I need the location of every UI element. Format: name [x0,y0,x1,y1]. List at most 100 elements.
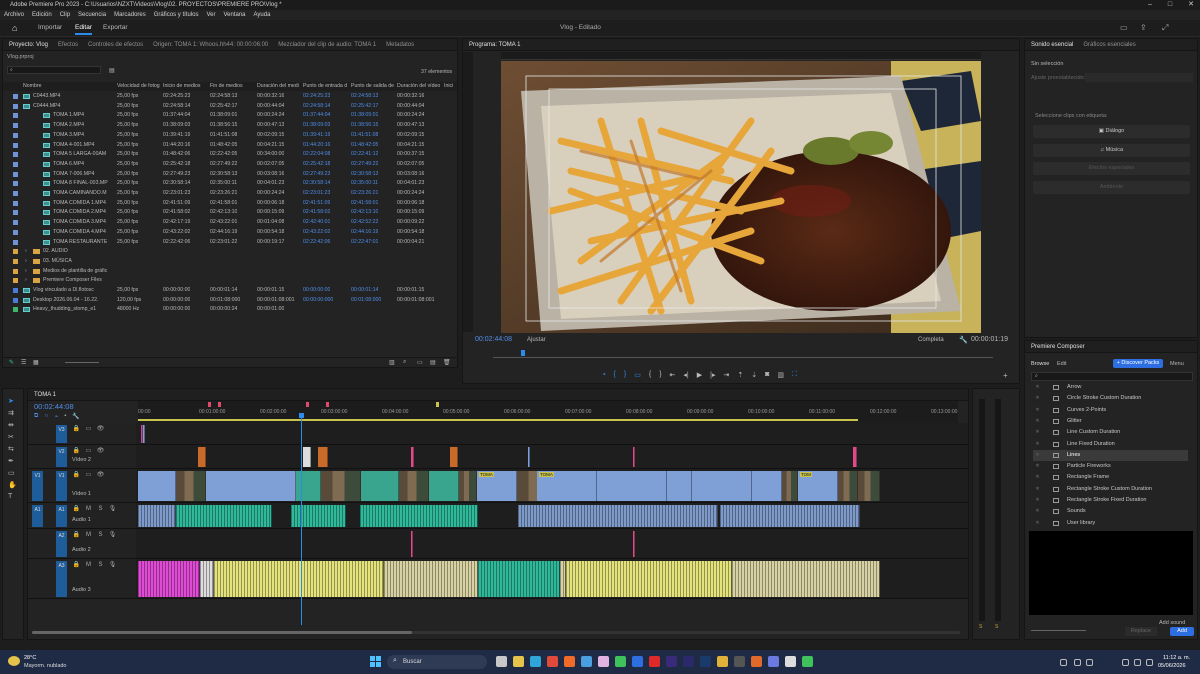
new-item-icon[interactable]: ▤ [430,359,436,366]
label-color-swatch[interactable] [13,307,18,313]
star-icon[interactable]: ★ [1035,484,1040,495]
discord-icon[interactable] [768,656,779,667]
clip-video[interactable] [838,471,858,501]
composer-item[interactable]: ★ Sounds [1033,506,1188,517]
firefox-icon[interactable] [751,656,762,667]
menu-ver[interactable]: Ver [206,10,215,20]
fit-select[interactable]: Ajustar [527,337,546,343]
label-color-swatch[interactable] [13,229,18,235]
new-bin-icon-footer[interactable]: ▭ [417,359,423,366]
clip-audio[interactable] [732,561,880,597]
project-cell-in[interactable]: 02:22:04:08 [303,150,330,158]
project-cell-in[interactable]: 02:24:58:14 [303,102,330,110]
clip-graphic[interactable] [411,447,414,467]
label-color-swatch[interactable] [13,249,18,255]
label-color-swatch[interactable] [13,113,18,119]
clip-video[interactable] [361,471,399,501]
label-color-swatch[interactable] [13,152,18,158]
home-icon[interactable]: ⌂ [12,23,22,33]
composer-item[interactable]: ★ Circle Stroke Custom Duration [1033,393,1188,404]
add-button[interactable]: Add [1170,627,1194,636]
tab-project[interactable]: Proyecto: Vlog [9,39,48,50]
pen-icon[interactable]: ✒ [8,457,17,465]
clip-marker[interactable] [143,425,145,443]
mute-icon[interactable]: M [84,505,93,514]
composer-item[interactable]: ★ Rectangle Frame [1033,472,1188,483]
marker-icon[interactable]: ⬩ [603,371,606,381]
windows-start-icon[interactable] [370,656,381,667]
project-cell-in[interactable]: 02:25:42:18 [303,160,330,168]
project-cell-out[interactable]: 01:48:42:05 [351,141,378,149]
tab-edit[interactable]: Editar [75,24,92,35]
project-cell-in[interactable]: 02:30:58:14 [303,179,330,187]
clip-video[interactable] [858,471,880,501]
clip-audio[interactable] [138,505,176,527]
clip-graphic[interactable] [853,447,857,467]
project-cell-out[interactable]: 02:23:26:21 [351,189,378,197]
track-a1[interactable]: A1 A1 🔒 M S 🎙 Audio 1 [28,503,968,529]
lock-icon[interactable]: 🔒 [72,505,81,514]
lock-icon[interactable]: 🔒 [72,531,81,540]
label-color-swatch[interactable] [13,297,18,303]
composer-item[interactable]: ★ Rectangle Stroke Custom Duration [1033,484,1188,495]
mute-icon[interactable]: M [84,531,93,540]
chrome-icon[interactable] [547,656,558,667]
battery-icon[interactable] [1146,659,1153,666]
menu-archivo[interactable]: Archivo [4,10,24,20]
timeline-marker[interactable] [326,402,329,407]
razor-icon[interactable]: ✂ [8,433,17,441]
label-color-swatch[interactable] [13,239,18,245]
project-cell-in[interactable]: 01:38:09:03 [303,121,330,129]
solo-left[interactable]: S [979,624,982,630]
clip-graphic[interactable] [450,447,458,467]
clip-video[interactable] [399,471,429,501]
label-color-swatch[interactable] [13,171,18,177]
track-target[interactable]: A2 [56,531,67,557]
in-point-icon[interactable]: { [649,371,651,381]
whatsapp-icon[interactable] [615,656,626,667]
edge-icon[interactable] [530,656,541,667]
source-patch[interactable]: A1 [32,505,43,527]
track-target[interactable]: V2 [56,447,67,467]
fullscreen-icon[interactable]: ⤢ [1162,23,1168,33]
track-v2[interactable]: V2 🔒 ▭ 👁 Vídeo 2 [28,445,968,469]
project-cell-out[interactable]: 01:38:09:01 [351,111,378,119]
composer-item[interactable]: ★ Arrow [1033,382,1188,393]
clip-audio[interactable] [360,505,478,527]
track-target[interactable]: V1 [56,471,67,501]
maximize-icon[interactable]: □ [1168,0,1172,10]
project-cell-in[interactable]: 02:42:40:01 [303,218,330,226]
clip-video[interactable] [176,471,206,501]
quality-select[interactable]: Completa [918,337,944,343]
close-icon[interactable]: ✕ [1188,0,1194,10]
sync-icon[interactable]: ▭ [84,471,93,480]
lift-icon[interactable]: ⇡ [737,371,743,381]
icon-view-icon[interactable]: ▦ [33,359,39,366]
ripple-edit-icon[interactable]: ⇹ [8,421,17,429]
clip-audio[interactable] [291,505,346,527]
project-row[interactable]: › 02. AUDIO [3,247,457,255]
project-row[interactable]: TOMA 5 LARGA-00AM 25,00 fps 01:48:42:06 02:… [3,150,457,158]
menu-ventana[interactable]: Ventana [223,10,245,20]
volume-icon[interactable] [1134,659,1141,666]
composer-zoom-slider[interactable] [1031,630,1086,631]
tab-effects[interactable]: Efectos [58,39,78,50]
menu-secuencia[interactable]: Secuencia [78,10,106,20]
clip-audio[interactable] [176,505,272,527]
taskview-icon[interactable] [496,656,507,667]
clip-audio[interactable] [138,561,200,597]
project-row[interactable]: › Medios de plantilla de gráfic [3,267,457,275]
composer-item[interactable]: ★ Line Custom Duration [1033,427,1188,438]
solo-right[interactable]: S [995,624,998,630]
find-icon[interactable]: ⌕ [403,359,406,366]
project-cell-in[interactable]: 01:44:20:16 [303,141,330,149]
clip-video[interactable] [782,471,798,501]
project-row[interactable]: TOMA 6.MP4 25,00 fps 02:25:42:18 02:27:49:2… [3,160,457,168]
project-cell-out[interactable]: 00:01:08:000 [351,296,381,304]
project-cell-out[interactable]: 02:41:58:01 [351,199,378,207]
composer-item[interactable]: ★ Line Fixed Duration [1033,439,1188,450]
composer-item[interactable]: ★ Glitter [1033,416,1188,427]
slack-icon[interactable] [598,656,609,667]
preset-select[interactable] [1085,73,1193,82]
track-a3[interactable]: A3 🔒 M S 🎙 Audio 3 [28,559,968,599]
